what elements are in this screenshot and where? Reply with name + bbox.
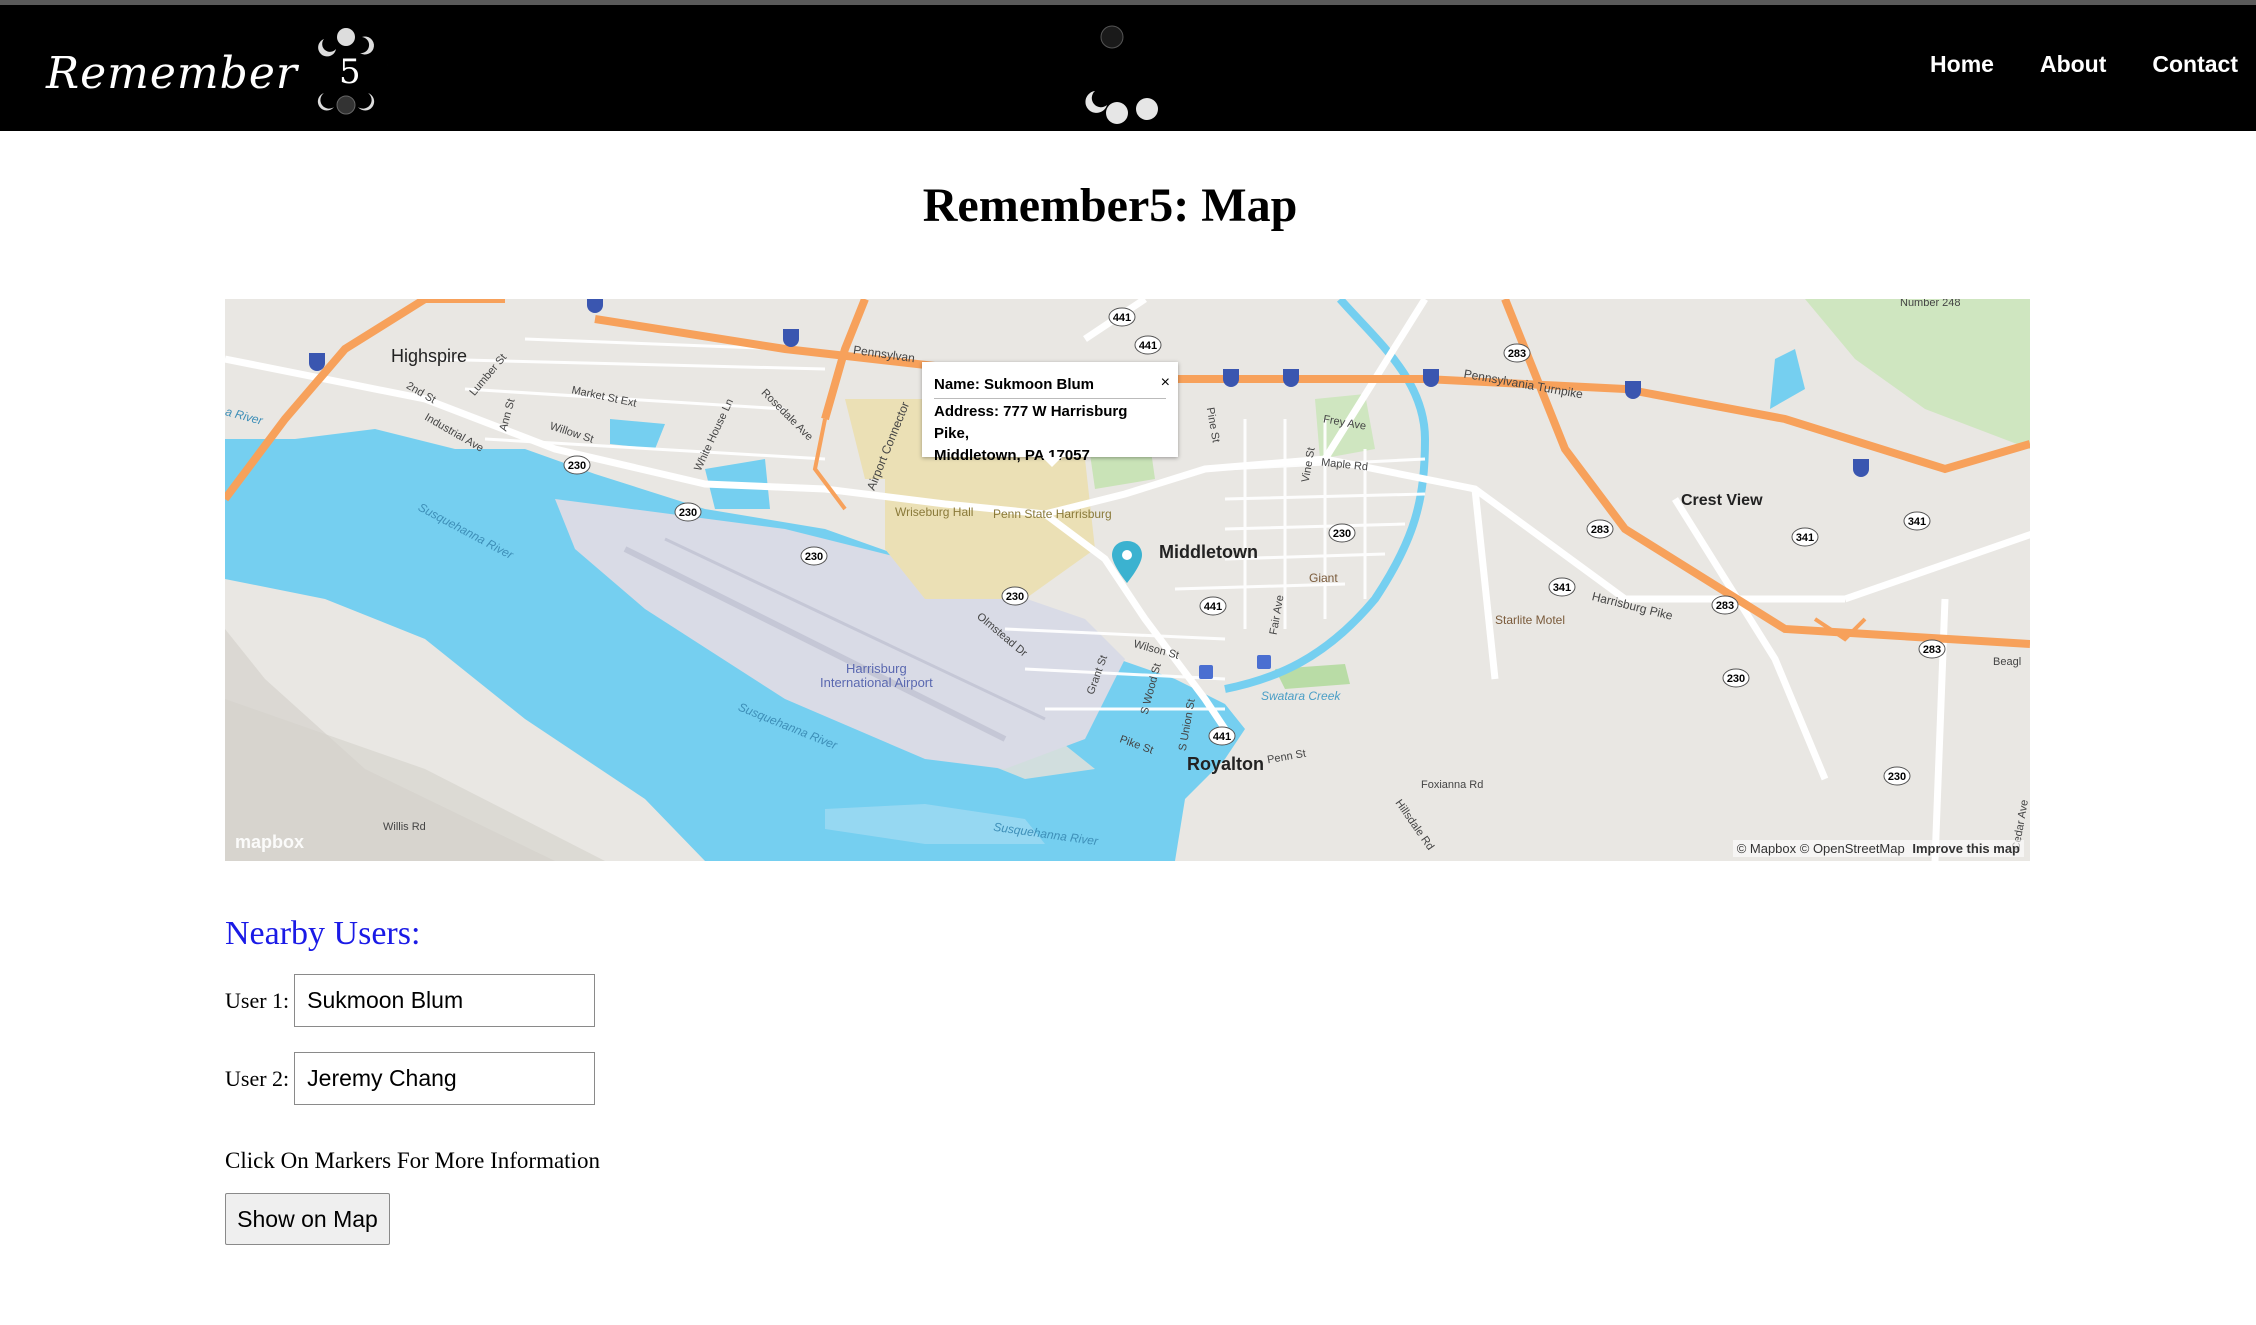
map-attribution: © Mapbox © OpenStreetMap Improve this ma… (1732, 840, 2024, 857)
attribution-text[interactable]: © Mapbox © OpenStreetMap (1737, 841, 1905, 856)
route-shield: 283 (1591, 524, 1609, 536)
route-shield: 283 (1923, 644, 1941, 656)
show-on-map-button[interactable]: Show on Map (225, 1193, 390, 1245)
route-shield: 283 (1716, 600, 1734, 612)
map-label-royalton: Royalton (1187, 754, 1265, 774)
nav-about-link[interactable]: About (2040, 51, 2106, 78)
main-nav: Home About Contact (1930, 51, 2238, 78)
popup-close-button[interactable]: × (1161, 372, 1170, 394)
user-2-field[interactable] (294, 1052, 596, 1105)
route-shield: 441 (1204, 601, 1222, 613)
moon-phases-logo-icon: 5 (301, 28, 388, 115)
user-1-field[interactable] (294, 974, 596, 1027)
user-2-label: User 2: (225, 1065, 290, 1091)
airport-label-line2: International Airport (820, 675, 933, 690)
route-shield: 230 (1333, 528, 1351, 540)
map-label-giant: Giant (1309, 571, 1338, 585)
route-shield: 341 (1908, 516, 1926, 528)
nav-contact-link[interactable]: Contact (2152, 51, 2238, 78)
map-label-middletown: Middletown (1159, 542, 1258, 562)
route-shield: 441 (1113, 312, 1131, 324)
map-label-highspire: Highspire (391, 346, 468, 366)
map-label-foxianna: Foxianna Rd (1421, 779, 1484, 791)
nearby-users-heading: Nearby Users: (225, 915, 421, 952)
route-shield: 230 (679, 507, 697, 519)
popup-address-line1: Address: 777 W Harrisburg Pike, (934, 403, 1128, 442)
map-label-starlite: Starlite Motel (1495, 613, 1566, 627)
map-canvas[interactable]: 230 230 230 230 230 441 441 441 441 283 … (225, 299, 2030, 861)
user-row-1: User 1: (225, 974, 596, 1027)
moon-circle-icon (1078, 25, 1172, 124)
nav-home-link[interactable]: Home (1930, 51, 1994, 78)
route-shield: 341 (1553, 582, 1571, 594)
user-1-label: User 1: (225, 987, 290, 1013)
location-marker-icon[interactable] (1112, 541, 1142, 583)
user-row-2: User 2: (225, 1052, 596, 1105)
map-label-swatara-creek: Swatara Creek (1261, 689, 1341, 703)
map-label-wriseburg: Wriseburg Hall (895, 505, 974, 519)
route-shield: 441 (1139, 340, 1157, 352)
marker-hint-text: Click On Markers For More Information (225, 1148, 600, 1173)
logo-text: Remember (46, 47, 298, 99)
map-label-penn-state: Penn State Harrisburg (993, 507, 1112, 521)
map-label-willis: Willis Rd (383, 821, 426, 833)
route-shield: 230 (1727, 673, 1745, 685)
marker-popup: Name: Sukmoon Blum Address: 777 W Harris… (922, 362, 1178, 467)
map-label-number248: Number 248 (1900, 299, 1961, 309)
logo-digit: 5 (339, 52, 361, 92)
map-label-airport: Harrisburg International Airport (820, 662, 933, 690)
route-shield: 230 (568, 460, 586, 472)
page-title: Remember5: Map (922, 179, 1298, 232)
route-shield: 230 (1006, 591, 1024, 603)
site-header: Remember 5 Home About Contact (0, 5, 2256, 131)
route-shield: 341 (1796, 532, 1814, 544)
map-label-crest-view: Crest View (1681, 492, 1763, 509)
site-logo[interactable]: Remember 5 (46, 23, 388, 123)
map-label-beagl: Beagl (1993, 656, 2022, 668)
mapbox-logo[interactable]: mapbox (235, 832, 304, 853)
improve-map-link[interactable]: Improve this map (1912, 841, 2020, 856)
route-shield: 283 (1508, 348, 1526, 360)
airport-label-line1: Harrisburg (846, 661, 907, 676)
route-shield: 441 (1213, 731, 1231, 743)
route-shield: 230 (805, 551, 823, 563)
popup-name: Name: Sukmoon Blum (934, 374, 1166, 399)
popup-address-line2: Middletown, PA 17057 (934, 447, 1090, 464)
route-shield: 230 (1888, 771, 1906, 783)
